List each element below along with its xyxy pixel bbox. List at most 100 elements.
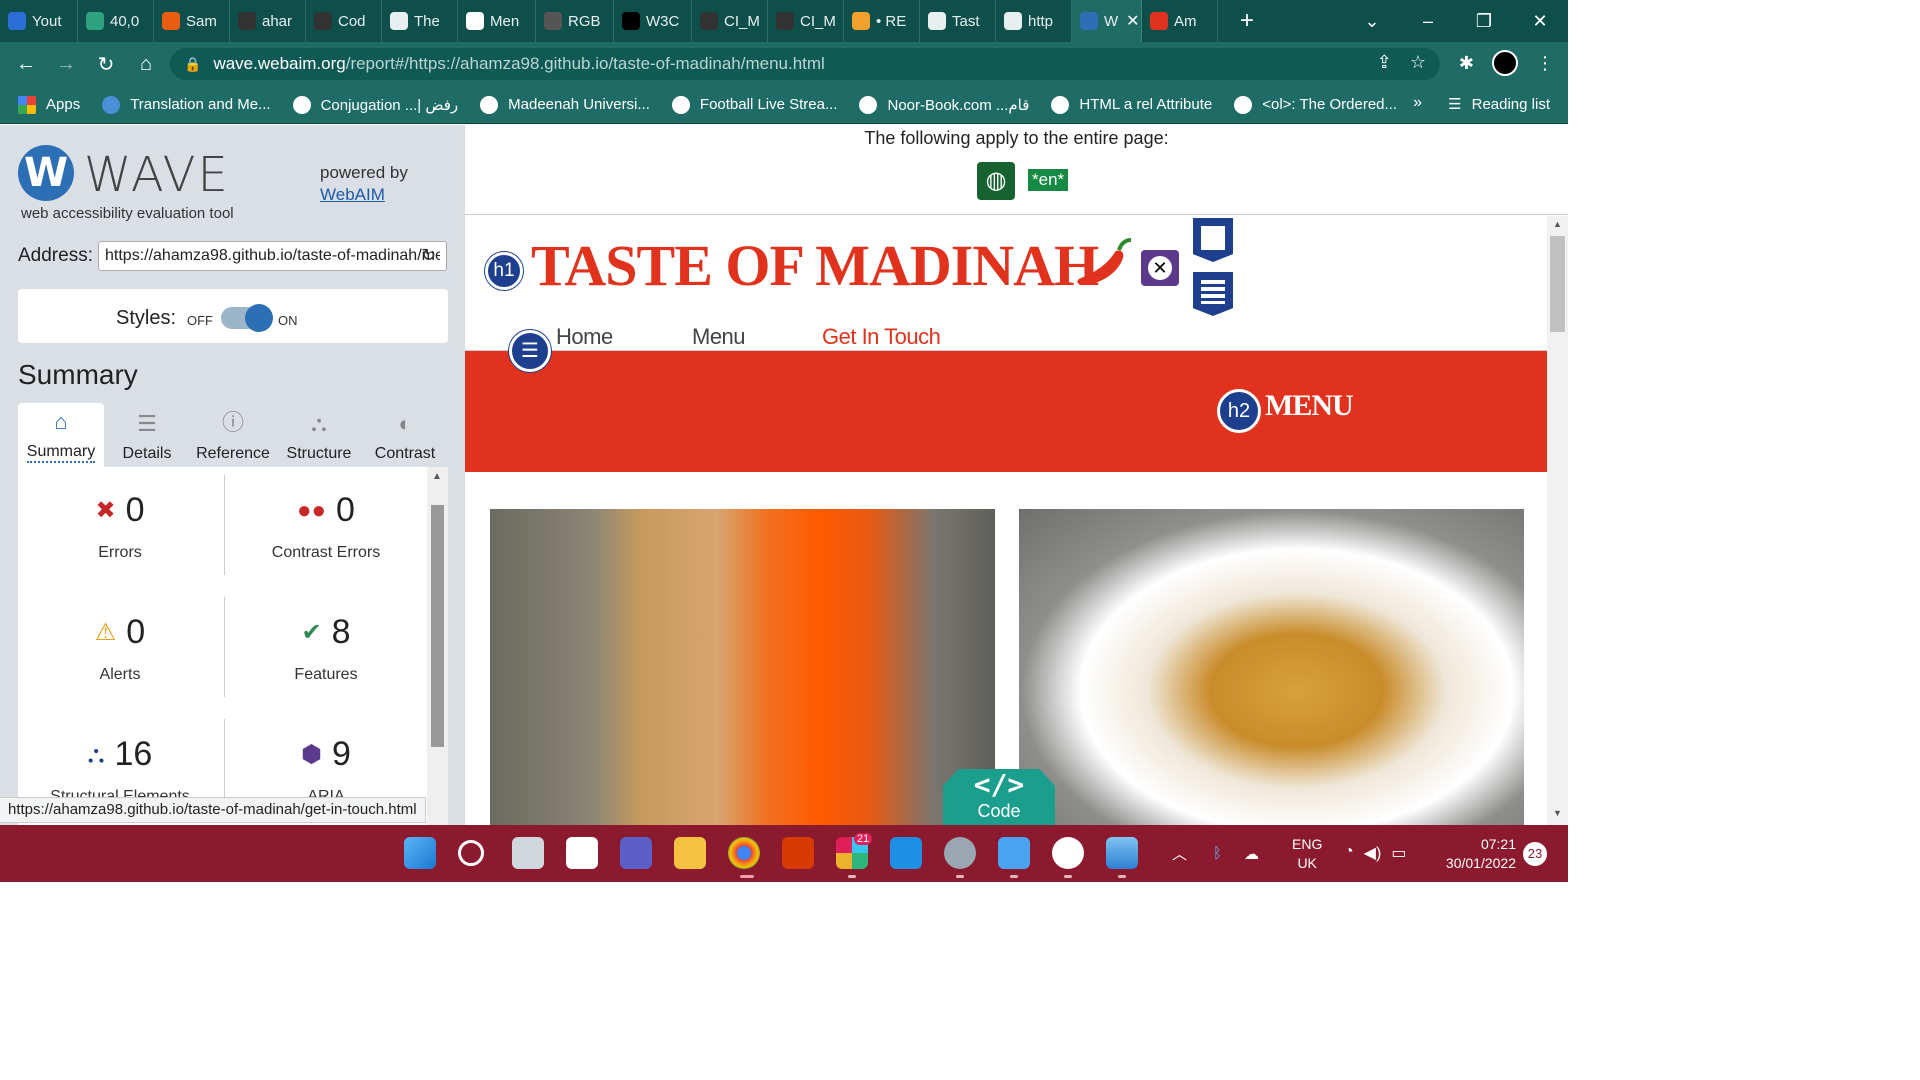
- webaim-link[interactable]: WebAIM: [320, 185, 385, 205]
- address-input[interactable]: [98, 241, 447, 271]
- lock-icon[interactable]: 🔒: [184, 56, 201, 73]
- notification-badge[interactable]: 23: [1523, 842, 1547, 866]
- reading-list-button[interactable]: ☰ Reading list: [1448, 95, 1550, 114]
- aria-hidden-icon[interactable]: ✕: [1141, 250, 1179, 286]
- browser-toolbar: ← → ↻ ⌂ 🔒 wave.webaim.org/report#/https:…: [0, 42, 1568, 86]
- browser-tab[interactable]: RGB: [536, 0, 614, 42]
- tab-search-icon[interactable]: ⌄: [1344, 11, 1400, 32]
- styles-toggle[interactable]: [221, 304, 273, 332]
- notepad-icon[interactable]: [998, 837, 1030, 869]
- browser-tab[interactable]: CI_M: [768, 0, 844, 42]
- photos-icon[interactable]: [1106, 837, 1138, 869]
- wave-tab-reference[interactable]: ⓘ Reference: [190, 403, 276, 467]
- search-icon[interactable]: [458, 840, 484, 866]
- browser-tab[interactable]: 40,0: [78, 0, 154, 42]
- nav-link-home[interactable]: Home: [556, 324, 613, 350]
- bookmarks-overflow-button[interactable]: »: [1413, 94, 1422, 112]
- clock[interactable]: 07:21 30/01/2022: [1440, 835, 1516, 873]
- language-badge[interactable]: *en*: [1028, 169, 1069, 191]
- profile-avatar[interactable]: [1492, 50, 1518, 76]
- tab-close-icon[interactable]: ✕: [1126, 11, 1139, 31]
- scroll-up-arrow-icon[interactable]: ▲: [1553, 219, 1562, 229]
- nav-structure-icon[interactable]: [1193, 272, 1233, 316]
- widgets-icon[interactable]: [566, 837, 598, 869]
- bookmark-item[interactable]: Noor-Book.com ...قام: [859, 95, 1029, 114]
- share-icon[interactable]: ⇪: [1377, 52, 1392, 73]
- bookmark-item[interactable]: Apps: [18, 95, 80, 114]
- summary-label: Alerts: [99, 666, 141, 683]
- browser-tab[interactable]: Sam: [154, 0, 230, 42]
- address-bar[interactable]: 🔒 wave.webaim.org/report#/https://ahamza…: [170, 48, 1440, 80]
- browser-tab[interactable]: Yout: [0, 0, 78, 42]
- nav-list-icon[interactable]: ☰: [509, 330, 551, 372]
- minimize-button[interactable]: –: [1400, 11, 1456, 32]
- bookmark-star-icon[interactable]: ☆: [1410, 52, 1426, 73]
- task-view-icon[interactable]: [512, 837, 544, 869]
- scrollbar-thumb[interactable]: [1550, 236, 1565, 332]
- bookmark-item[interactable]: Madeenah Universi...: [480, 95, 650, 114]
- close-window-button[interactable]: ✕: [1512, 11, 1568, 32]
- h1-marker-icon[interactable]: h1: [485, 252, 523, 290]
- feedback-icon[interactable]: [1052, 837, 1084, 869]
- chrome-icon[interactable]: [728, 837, 760, 869]
- bookmark-item[interactable]: Football Live Strea...: [671, 95, 837, 114]
- mail-icon[interactable]: [890, 837, 922, 869]
- browser-tab[interactable]: Cod: [306, 0, 382, 42]
- bookmark-item[interactable]: HTML a rel Attribute: [1051, 95, 1212, 114]
- browser-tab[interactable]: http: [996, 0, 1072, 42]
- extensions-icon[interactable]: ✱: [1459, 53, 1474, 74]
- quick-settings[interactable]: ◔ ◀) ▭: [1344, 843, 1406, 863]
- nav-link-menu[interactable]: Menu: [692, 324, 746, 352]
- scroll-up-arrow-icon[interactable]: ▲: [432, 471, 442, 482]
- wave-tab-summary[interactable]: ⌂ Summary: [18, 403, 104, 467]
- language-globe-icon[interactable]: ◍: [977, 162, 1015, 200]
- scrollbar-thumb[interactable]: [431, 505, 444, 747]
- summary-scrollbar[interactable]: ▲: [427, 467, 448, 825]
- forward-button[interactable]: →: [46, 53, 86, 76]
- wave-tab-structure[interactable]: ⛬ Structure: [276, 403, 362, 467]
- browser-tab[interactable]: W3C: [614, 0, 692, 42]
- page-scrollbar[interactable]: ▲ ▼: [1547, 216, 1568, 825]
- browser-tab[interactable]: W ✕: [1072, 0, 1142, 42]
- browser-tab[interactable]: Tast: [920, 0, 996, 42]
- summary-alerts[interactable]: ⚠ 0 Alerts: [18, 613, 222, 735]
- header-structure-icon[interactable]: [1193, 218, 1233, 262]
- browser-tab[interactable]: Am: [1142, 0, 1218, 42]
- reload-icon[interactable]: ↻: [421, 245, 436, 266]
- summary-features[interactable]: ✔ 8 Features: [224, 613, 427, 735]
- more-menu-icon[interactable]: ⋮: [1536, 53, 1554, 74]
- browser-tab[interactable]: ahar: [230, 0, 306, 42]
- back-button[interactable]: ←: [6, 53, 46, 76]
- start-menu-icon[interactable]: [404, 837, 436, 869]
- new-tab-button[interactable]: +: [1232, 7, 1262, 35]
- bookmark-item[interactable]: <ol>: The Ordered...: [1234, 95, 1397, 114]
- summary-errors[interactable]: ✖ 0 Errors: [18, 491, 222, 613]
- file-explorer-icon[interactable]: [674, 837, 706, 869]
- tab-label: 40,0: [110, 12, 140, 30]
- styles-off-label: OFF: [187, 313, 213, 328]
- bookmark-item[interactable]: Conjugation ...| رفض: [292, 95, 458, 114]
- onedrive-cloud-icon[interactable]: ☁: [1244, 845, 1259, 863]
- teams-chat-icon[interactable]: [620, 837, 652, 869]
- reload-icon[interactable]: ↻: [86, 52, 126, 77]
- show-hidden-icons-chevron-icon[interactable]: ︿: [1172, 843, 1187, 864]
- h2-marker-icon[interactable]: h2: [1217, 389, 1261, 433]
- home-icon[interactable]: ⌂: [126, 53, 166, 76]
- browser-tab[interactable]: The: [382, 0, 458, 42]
- nav-link-get-in-touch[interactable]: Get In Touch: [822, 324, 941, 350]
- scroll-down-arrow-icon[interactable]: ▼: [1553, 808, 1562, 818]
- summary-contrast-errors[interactable]: ●● 0 Contrast Errors: [224, 491, 427, 613]
- browser-tab[interactable]: CI_M: [692, 0, 768, 42]
- bluetooth-icon[interactable]: ᛒ: [1213, 845, 1222, 862]
- code-toggle-button[interactable]: </> Code: [943, 769, 1055, 825]
- wave-tab-contrast[interactable]: ◐ Contrast: [362, 403, 448, 467]
- bookmark-item[interactable]: Translation and Me...: [102, 95, 271, 114]
- browser-tab[interactable]: Men: [458, 0, 536, 42]
- bookmark-label: Translation and Me...: [130, 96, 271, 113]
- browser-tab[interactable]: • RE: [844, 0, 920, 42]
- wave-tab-details[interactable]: ☰ Details: [104, 403, 190, 467]
- input-language[interactable]: ENG UK: [1292, 835, 1322, 873]
- office-icon[interactable]: [782, 837, 814, 869]
- restore-button[interactable]: ❐: [1456, 11, 1512, 32]
- settings-gear-icon[interactable]: [944, 837, 976, 869]
